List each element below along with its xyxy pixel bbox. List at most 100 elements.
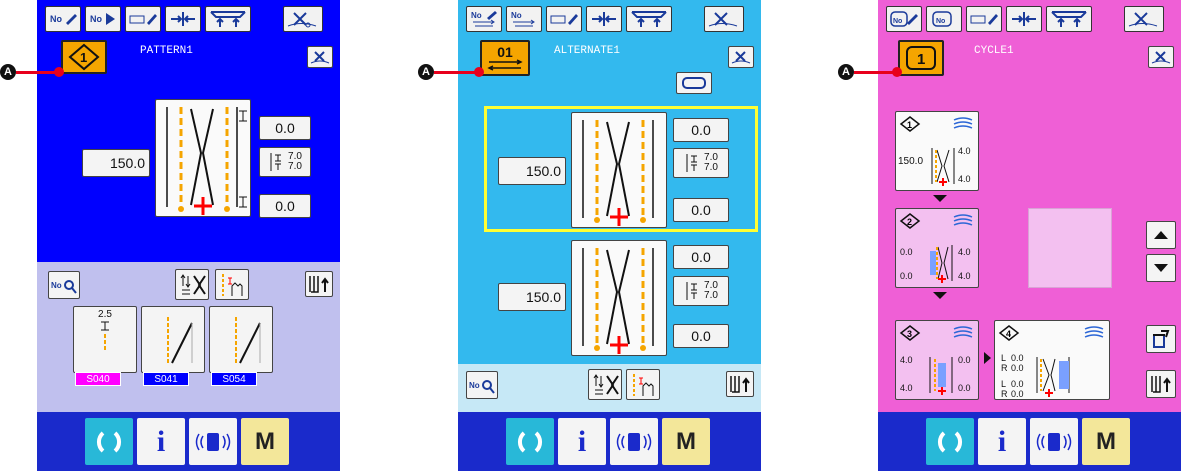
pitch-field-1[interactable]: 7.0 7.0 [673, 148, 729, 178]
cycle-input-edit-icon [970, 14, 998, 25]
step-arrow-1 [933, 195, 947, 202]
step-2-upper: 4.0 [958, 247, 971, 257]
thread-cut-small-icon [310, 51, 330, 64]
info-button[interactable]: i [978, 418, 1026, 465]
mode-label: M [676, 427, 696, 455]
stitch-diagram-2[interactable] [571, 240, 667, 356]
alt-input-edit-button[interactable] [546, 6, 582, 32]
mode-button[interactable]: M [662, 418, 710, 465]
length-field[interactable]: 150.0 [82, 149, 150, 177]
step-2-stitch-icon [930, 245, 953, 283]
stitch-diagram-1[interactable] [571, 112, 667, 228]
ready-button[interactable] [926, 418, 974, 465]
alt-pattern-register-button[interactable] [726, 371, 754, 397]
mode-label: M [255, 427, 275, 455]
cycle-no-edit-button[interactable]: No [886, 6, 922, 32]
alternate-loop-button[interactable] [676, 72, 712, 94]
cycle-step-3[interactable]: 3 4.0 4.0 0.0 0.0 [895, 320, 979, 400]
alt-select-button[interactable]: No [506, 6, 542, 32]
thread-cut-button[interactable] [283, 6, 323, 32]
pattern-code-s041: S041 [143, 372, 189, 386]
step-3-lower: 0.0 [958, 383, 971, 393]
svg-text:No: No [936, 18, 945, 25]
presser-button[interactable] [205, 6, 251, 32]
alt-thread-cut-small-button[interactable] [728, 46, 754, 68]
pattern-no-edit-button[interactable]: No [45, 6, 81, 32]
pattern-input-button[interactable] [215, 269, 249, 300]
communication-button[interactable] [610, 418, 658, 465]
pitch-bottom-value-2: 7.0 [704, 290, 718, 301]
zigzag-stitch-icon [582, 248, 654, 354]
alt-pattern-order-button[interactable] [588, 369, 622, 400]
length-field-1[interactable]: 150.0 [498, 157, 566, 185]
communication-icon [195, 432, 231, 451]
pitch-field[interactable]: 7.0 7.0 [259, 147, 311, 177]
communication-button[interactable] [189, 418, 237, 465]
arrow-down-icon [1154, 264, 1168, 272]
thread-cut-small-button[interactable] [307, 46, 333, 68]
input-edit-button[interactable] [125, 6, 161, 32]
cycle-thread-cut-small-button[interactable] [1148, 46, 1174, 68]
pattern-screen: No No 1 PATTERN1 0.0 7.0 7.0 0.0 150.0 N… [37, 0, 340, 471]
delete-step-button[interactable] [1146, 325, 1176, 353]
scroll-down-button[interactable] [1146, 254, 1176, 282]
alt-presser-button[interactable] [626, 6, 672, 32]
top-value-field-2[interactable]: 0.0 [673, 245, 729, 269]
stitch-diagram[interactable] [155, 99, 251, 217]
pattern-s040-button[interactable]: 2.5 [73, 306, 137, 373]
alt-width-adjust-button[interactable] [586, 6, 622, 32]
mode-button[interactable]: M [1082, 418, 1130, 465]
alt-pattern-search-button[interactable]: No [466, 371, 498, 399]
bottom-value-field-2[interactable]: 0.0 [673, 324, 729, 348]
pattern-s040-icon [101, 321, 109, 350]
pattern-order-button[interactable] [175, 269, 209, 300]
step-2-pattern-icon: 2 [899, 213, 921, 229]
alt-presser-icon [631, 11, 667, 27]
pattern-number-button[interactable]: 1 [61, 40, 107, 74]
cycle-register-button[interactable] [1146, 370, 1176, 398]
empty-step-slot[interactable] [1028, 208, 1112, 288]
pattern-search-button[interactable]: No [48, 271, 80, 299]
communication-icon [1036, 432, 1072, 451]
alt-input-edit-icon [550, 14, 578, 25]
svg-text:1: 1 [80, 50, 87, 65]
cycle-step-4[interactable]: 4 L R 0.0 0.0 L R 0.0 0.0 [994, 320, 1110, 400]
cycle-number: 1 [917, 51, 925, 68]
top-value-field-1[interactable]: 0.0 [673, 118, 729, 142]
top-value-field[interactable]: 0.0 [259, 116, 311, 140]
communication-button[interactable] [1030, 418, 1078, 465]
width-adjust-button[interactable] [165, 6, 201, 32]
ready-button[interactable] [85, 418, 133, 465]
info-button[interactable]: i [137, 418, 185, 465]
cycle-width-adjust-button[interactable] [1006, 6, 1042, 32]
cycle-number-button[interactable]: 1 [898, 40, 944, 76]
length-field-2[interactable]: 150.0 [498, 283, 566, 311]
pattern-order-icon [593, 373, 619, 395]
cycle-thread-cut-button[interactable] [1124, 6, 1164, 32]
mode-button[interactable]: M [241, 418, 289, 465]
step-4-stitch-icon [1036, 357, 1070, 397]
cycle-step-1[interactable]: 1 150.0 4.0 4.0 [895, 111, 979, 191]
arrow-up-icon [1154, 231, 1168, 239]
svg-text:1: 1 [907, 120, 912, 130]
cycle-select-icon: No [932, 11, 952, 27]
pattern-select-button[interactable]: No [85, 6, 121, 32]
alt-pattern-input-button[interactable] [626, 369, 660, 400]
alt-no-edit-button[interactable]: No [466, 6, 502, 32]
cycle-step-2[interactable]: 2 0.0 0.0 4.0 4.0 [895, 208, 979, 288]
scroll-up-button[interactable] [1146, 221, 1176, 249]
info-button[interactable]: i [558, 418, 606, 465]
cycle-input-edit-button[interactable] [966, 6, 1002, 32]
alt-thread-cut-button[interactable] [704, 6, 744, 32]
cycle-presser-button[interactable] [1046, 6, 1092, 32]
step-2-lower: 4.0 [958, 271, 971, 281]
ready-button[interactable] [506, 418, 554, 465]
bottom-value-field-1[interactable]: 0.0 [673, 198, 729, 222]
pattern-s041-button[interactable] [141, 306, 205, 373]
alternate-number-button[interactable]: 01 [480, 40, 530, 76]
pitch-field-2[interactable]: 7.0 7.0 [673, 276, 729, 306]
cycle-select-button[interactable]: No [926, 6, 962, 32]
bottom-value-field[interactable]: 0.0 [259, 194, 311, 218]
pattern-s054-button[interactable] [209, 306, 273, 373]
pattern-register-button[interactable] [305, 271, 333, 297]
